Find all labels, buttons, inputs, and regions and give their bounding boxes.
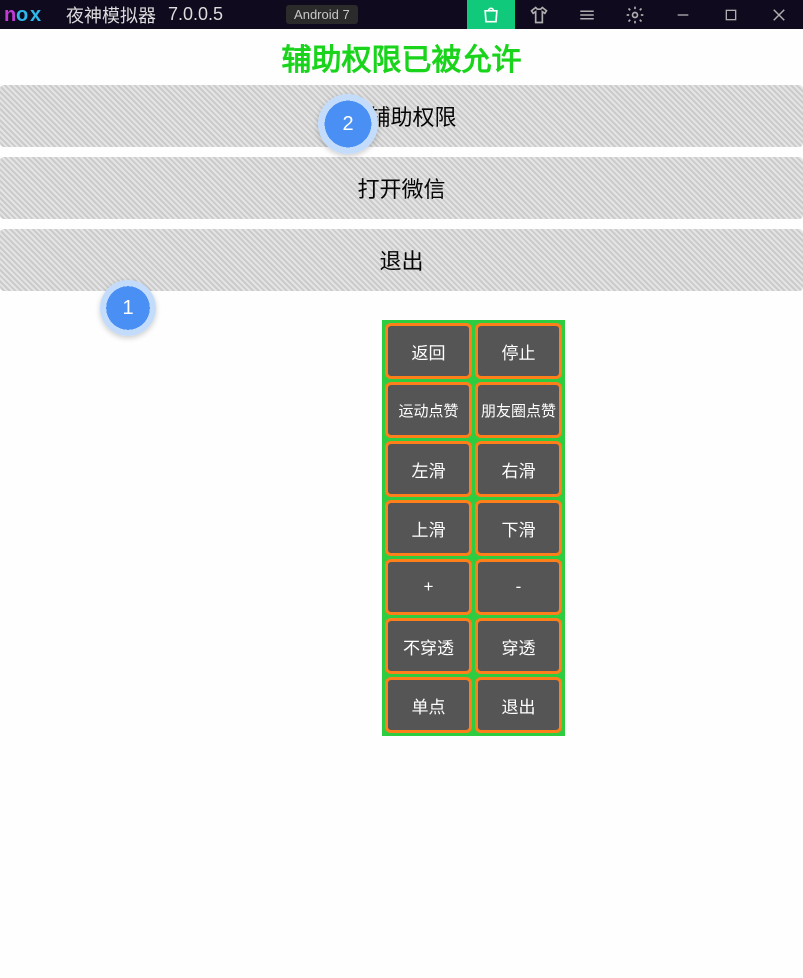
fp-minus-button[interactable]: -: [475, 559, 562, 615]
touch-marker-label: 1: [111, 291, 145, 325]
svg-text:o: o: [16, 4, 28, 26]
fp-swipe-left-button[interactable]: 左滑: [385, 441, 472, 497]
fp-exit-button[interactable]: 退出: [475, 677, 562, 733]
fp-sport-like-button[interactable]: 运动点赞: [385, 382, 472, 438]
fp-swipe-up-button[interactable]: 上滑: [385, 500, 472, 556]
gear-icon[interactable]: [611, 0, 659, 29]
svg-text:x: x: [30, 4, 41, 26]
shirt-icon[interactable]: [515, 0, 563, 29]
fp-single-tap-button[interactable]: 单点: [385, 677, 472, 733]
close-icon[interactable]: [755, 0, 803, 29]
menu-icon[interactable]: [563, 0, 611, 29]
grant-accessibility-button[interactable]: 取辅助权限: [0, 85, 803, 147]
touch-marker-label: 2: [331, 107, 365, 141]
titlebar-left: n o x 夜神模拟器 7.0.0.5 Android 7: [0, 0, 358, 29]
touch-marker-2[interactable]: 2: [318, 94, 378, 154]
android-version-badge: Android 7: [286, 5, 358, 24]
shopping-bag-icon[interactable]: [467, 0, 515, 29]
emulator-titlebar: n o x 夜神模拟器 7.0.0.5 Android 7: [0, 0, 803, 29]
minimize-icon[interactable]: [659, 0, 707, 29]
nox-logo-icon: n o x: [0, 3, 52, 27]
titlebar-controls: [467, 0, 803, 29]
fp-stop-button[interactable]: 停止: [475, 323, 562, 379]
app-version: 7.0.0.5: [164, 4, 223, 25]
svg-text:n: n: [4, 4, 16, 26]
fp-passthrough-button[interactable]: 穿透: [475, 618, 562, 674]
accessibility-status-text: 辅助权限已被允许: [0, 35, 803, 79]
fp-swipe-right-button[interactable]: 右滑: [475, 441, 562, 497]
app-name: 夜神模拟器: [60, 2, 156, 28]
fp-no-passthrough-button[interactable]: 不穿透: [385, 618, 472, 674]
fp-moments-like-button[interactable]: 朋友圈点赞: [475, 382, 562, 438]
floating-control-panel: 返回 停止 运动点赞 朋友圈点赞 左滑 右滑 上滑 下滑 + - 不穿透 穿透 …: [382, 320, 565, 736]
touch-marker-1[interactable]: 1: [100, 280, 156, 336]
fp-plus-button[interactable]: +: [385, 559, 472, 615]
fp-back-button[interactable]: 返回: [385, 323, 472, 379]
open-wechat-button[interactable]: 打开微信: [0, 157, 803, 219]
fp-swipe-down-button[interactable]: 下滑: [475, 500, 562, 556]
maximize-icon[interactable]: [707, 0, 755, 29]
